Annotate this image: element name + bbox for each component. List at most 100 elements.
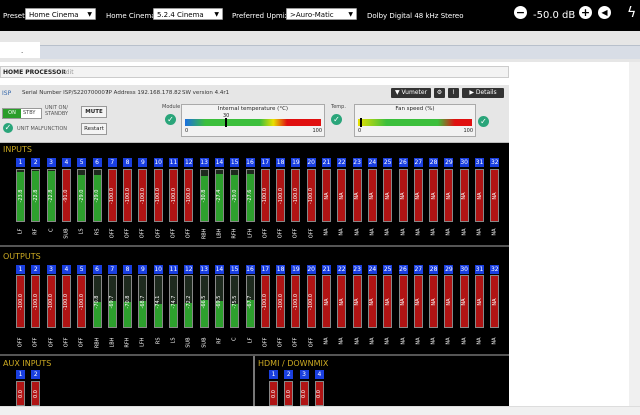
channel-number[interactable]: 31	[475, 158, 484, 167]
channel-number[interactable]: 32	[490, 265, 500, 274]
meter-value: 0.0	[17, 389, 24, 398]
channel-meter: -100.0	[306, 275, 316, 328]
channel-number[interactable]: 27	[413, 158, 423, 167]
channel-meter: NA	[322, 169, 331, 222]
channel-number[interactable]: 6	[92, 158, 102, 167]
restart-button[interactable]: Restart	[81, 123, 107, 135]
channel-number[interactable]: 1	[269, 370, 278, 379]
channel-number[interactable]: 2	[31, 265, 41, 274]
channel-number[interactable]: 16	[245, 265, 255, 274]
channel-number[interactable]: 28	[429, 158, 439, 167]
tab-main[interactable]: .	[0, 42, 40, 58]
preset-select[interactable]: Home Cinema ▼	[25, 8, 96, 20]
channel-number[interactable]: 11	[169, 265, 178, 274]
channel-label: OFF	[292, 337, 299, 348]
channel-number[interactable]: 13	[199, 158, 209, 167]
details-button[interactable]: ▶ Details	[462, 88, 504, 98]
channel-number[interactable]: 14	[214, 158, 224, 167]
channel-number[interactable]: 10	[153, 158, 163, 167]
channel-number[interactable]: 10	[153, 265, 163, 274]
channel-number[interactable]: 25	[383, 158, 393, 167]
mute-button[interactable]: MUTE	[81, 106, 107, 118]
channel-number[interactable]: 1	[16, 158, 25, 167]
meter-value: -22.8	[32, 189, 39, 202]
volume-down-button[interactable]: −	[514, 6, 527, 19]
channel-number[interactable]: 21	[322, 158, 331, 167]
channel-number[interactable]: 29	[444, 265, 454, 274]
channel-number[interactable]: 24	[367, 158, 377, 167]
channel-number[interactable]: 8	[123, 158, 133, 167]
channel-number[interactable]: 7	[107, 265, 117, 274]
channel-number[interactable]: 6	[92, 265, 102, 274]
power-toggle[interactable]: ON STBY	[2, 108, 42, 119]
channel-number[interactable]: 29	[444, 158, 454, 167]
channel-number[interactable]: 17	[260, 265, 270, 274]
channel-number[interactable]: 30	[459, 265, 469, 274]
channel-number[interactable]: 12	[184, 158, 194, 167]
channel-number[interactable]: 18	[276, 265, 286, 274]
edit-link[interactable]: Edit	[62, 69, 74, 76]
channel-meter: NA	[413, 169, 423, 222]
channel-number[interactable]: 14	[214, 265, 224, 274]
channel-number[interactable]: 28	[429, 265, 439, 274]
channel-number[interactable]: 15	[230, 158, 240, 167]
channel-number[interactable]: 19	[291, 158, 301, 167]
channel-number[interactable]: 2	[284, 370, 294, 379]
volume-up-button[interactable]: +	[579, 6, 592, 19]
channel-number[interactable]: 3	[46, 158, 56, 167]
channel-number[interactable]: 4	[61, 158, 71, 167]
on-option[interactable]: ON	[3, 109, 21, 118]
channel-number[interactable]: 1	[16, 370, 25, 379]
vumeter-button[interactable]: ▼ Vumeter	[391, 88, 431, 98]
channel-number[interactable]: 12	[184, 265, 194, 274]
channel-number[interactable]: 9	[138, 158, 148, 167]
channel-number[interactable]: 20	[306, 265, 316, 274]
channel-number[interactable]: 1	[16, 265, 25, 274]
channel-number[interactable]: 26	[398, 158, 408, 167]
channel-number[interactable]: 23	[352, 158, 362, 167]
channel-number[interactable]: 5	[77, 265, 87, 274]
channel-number[interactable]: 4	[314, 370, 324, 379]
channel-number[interactable]: 16	[245, 158, 255, 167]
channel-number[interactable]: 13	[199, 265, 209, 274]
channel-number[interactable]: 32	[490, 158, 500, 167]
channel-number[interactable]: 17	[260, 158, 270, 167]
channel-number[interactable]: 31	[475, 265, 484, 274]
channel-number[interactable]: 5	[77, 158, 87, 167]
channel-number[interactable]: 7	[107, 158, 117, 167]
channel-number[interactable]: 9	[138, 265, 148, 274]
channel-number[interactable]: 22	[337, 158, 347, 167]
upmix-select[interactable]: >Auro-Matic ▼	[286, 8, 357, 20]
channel-number[interactable]: 3	[46, 265, 56, 274]
bolt-icon[interactable]: ϟ	[627, 5, 636, 21]
channel-label: LF	[247, 337, 253, 344]
channel-number[interactable]: 19	[291, 265, 301, 274]
channel-number[interactable]: 2	[31, 158, 41, 167]
channel-number[interactable]: 3	[299, 370, 309, 379]
channel-number[interactable]: 11	[169, 158, 178, 167]
channel-meter: -100.0	[46, 275, 56, 328]
channel-number[interactable]: 15	[230, 265, 240, 274]
details-label: Details	[475, 89, 497, 96]
channel-number[interactable]: 18	[276, 158, 286, 167]
channel-number[interactable]: 2	[31, 370, 41, 379]
mute-toggle-button[interactable]: ◀	[598, 6, 611, 19]
channel-number[interactable]: 8	[123, 265, 133, 274]
channel-number[interactable]: 4	[61, 265, 71, 274]
serial-number: Serial Number ISP/S220700007	[22, 90, 109, 96]
channel-number[interactable]: 22	[337, 265, 347, 274]
channel-number[interactable]: 27	[413, 265, 423, 274]
standby-option[interactable]: STBY	[23, 109, 35, 118]
meter-value: -69.7	[109, 295, 116, 308]
settings-button[interactable]: ⚙	[434, 88, 445, 98]
home-cinema-select[interactable]: 5.2.4 Cinema ▼	[153, 8, 223, 20]
channel-number[interactable]: 26	[398, 265, 408, 274]
channel-number[interactable]: 24	[367, 265, 377, 274]
channel-number[interactable]: 25	[383, 265, 393, 274]
channel-number[interactable]: 30	[459, 158, 469, 167]
channel-number[interactable]: 20	[306, 158, 316, 167]
channel-number[interactable]: 23	[352, 265, 362, 274]
graph-button[interactable]: ⌇	[448, 88, 459, 98]
channel-number[interactable]: 21	[322, 265, 331, 274]
vertical-scrollbar[interactable]	[629, 62, 640, 406]
